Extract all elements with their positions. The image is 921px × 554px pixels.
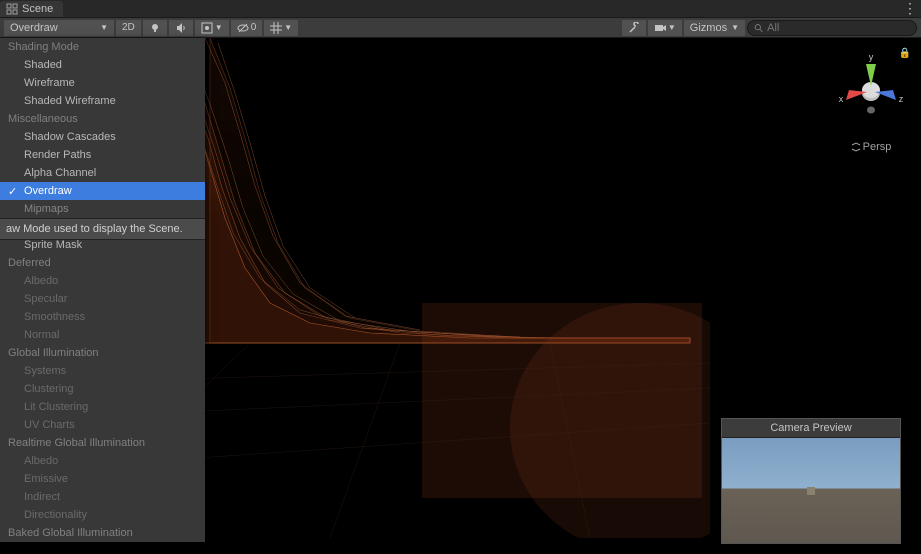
svg-text:z: z (899, 94, 904, 104)
2d-toggle[interactable]: 2D (116, 20, 141, 36)
menu-item-alpha-channel[interactable]: Alpha Channel (0, 164, 205, 182)
menu-item-smoothness: Smoothness (0, 308, 205, 326)
tab-scene[interactable]: Scene (0, 1, 63, 17)
projection-toggle[interactable]: Persp (831, 141, 911, 153)
section-header: Deferred (0, 254, 205, 272)
hidden-objects-toggle[interactable]: 0 (231, 20, 263, 36)
menu-item-specular: Specular (0, 290, 205, 308)
hidden-count: 0 (251, 22, 257, 33)
section-header: Realtime Global Illumination (0, 434, 205, 452)
menu-item-normal: Normal (0, 326, 205, 344)
chevron-down-icon: ▼ (731, 23, 739, 32)
gizmos-dropdown[interactable]: Gizmos ▼ (684, 20, 745, 36)
chevron-down-icon: ▼ (668, 23, 676, 32)
lighting-toggle[interactable] (143, 20, 167, 36)
section-header: Global Illumination (0, 344, 205, 362)
section-header: Baked Global Illumination (0, 524, 205, 542)
tools-icon (628, 22, 640, 34)
tab-bar: Scene ⋮ (0, 0, 921, 18)
camera-preview-content (722, 438, 900, 543)
search-box[interactable] (747, 20, 917, 36)
menu-item-rgi-albedo: Albedo (0, 452, 205, 470)
tab-label: Scene (22, 3, 53, 15)
axis-gizmo-icon: y x z (831, 48, 911, 128)
draw-mode-dropdown[interactable]: Overdraw ▼ (4, 20, 114, 36)
preview-object (807, 487, 815, 495)
menu-item-mipmaps[interactable]: Mipmaps (0, 200, 205, 218)
audio-toggle[interactable] (169, 20, 193, 36)
search-icon (754, 23, 763, 33)
lock-icon[interactable]: 🔒 (899, 48, 911, 59)
more-icon[interactable]: ⋮ (903, 0, 917, 17)
camera-icon (654, 22, 666, 34)
camera-dropdown[interactable]: ▼ (648, 20, 682, 36)
menu-item-shaded[interactable]: Shaded (0, 56, 205, 74)
svg-text:y: y (869, 52, 874, 62)
menu-item-rgi-directionality: Directionality (0, 506, 205, 524)
tools-button[interactable] (622, 20, 646, 36)
toolbar: Overdraw ▼ 2D ▼ 0 ▼ ▼ Gi (0, 18, 921, 38)
grid-dropdown[interactable]: ▼ (264, 20, 298, 36)
menu-item-rgi-emissive: Emissive (0, 470, 205, 488)
menu-item-render-paths[interactable]: Render Paths (0, 146, 205, 164)
projection-label: Persp (863, 141, 892, 153)
lightbulb-icon (149, 22, 161, 34)
camera-preview[interactable]: Camera Preview (721, 418, 901, 544)
menu-item-albedo: Albedo (0, 272, 205, 290)
camera-preview-title: Camera Preview (722, 419, 900, 438)
search-input[interactable] (767, 22, 910, 34)
fx-icon (201, 22, 213, 34)
chevron-down-icon: ▼ (100, 23, 108, 32)
menu-item-rgi-indirect: Indirect (0, 488, 205, 506)
menu-item-clustering: Clustering (0, 380, 205, 398)
menu-item-shaded-wireframe[interactable]: Shaded Wireframe (0, 92, 205, 110)
scene-icon (6, 3, 18, 15)
audio-icon (175, 22, 187, 34)
chevron-down-icon: ▼ (284, 23, 292, 32)
section-header: Miscellaneous (0, 110, 205, 128)
svg-text:x: x (839, 94, 844, 104)
menu-item-shadow-cascades[interactable]: Shadow Cascades (0, 128, 205, 146)
draw-mode-label: Overdraw (10, 22, 58, 34)
draw-mode-menu: Shading Mode Shaded Wireframe Shaded Wir… (0, 38, 205, 542)
orientation-gizmo[interactable]: 🔒 y x z Persp (831, 48, 911, 153)
fx-dropdown[interactable]: ▼ (195, 20, 229, 36)
gizmos-label: Gizmos (690, 22, 727, 34)
chevron-down-icon: ▼ (215, 23, 223, 32)
grid-icon (270, 22, 282, 34)
eye-off-icon (237, 22, 249, 34)
menu-item-sprite-mask[interactable]: Sprite Mask (0, 236, 205, 254)
persp-icon (851, 142, 861, 152)
menu-item-lit-clustering: Lit Clustering (0, 398, 205, 416)
menu-item-wireframe[interactable]: Wireframe (0, 74, 205, 92)
menu-item-uv-charts: UV Charts (0, 416, 205, 434)
section-header: Shading Mode (0, 38, 205, 56)
menu-item-systems: Systems (0, 362, 205, 380)
menu-item-overdraw[interactable]: Overdraw (0, 182, 205, 200)
